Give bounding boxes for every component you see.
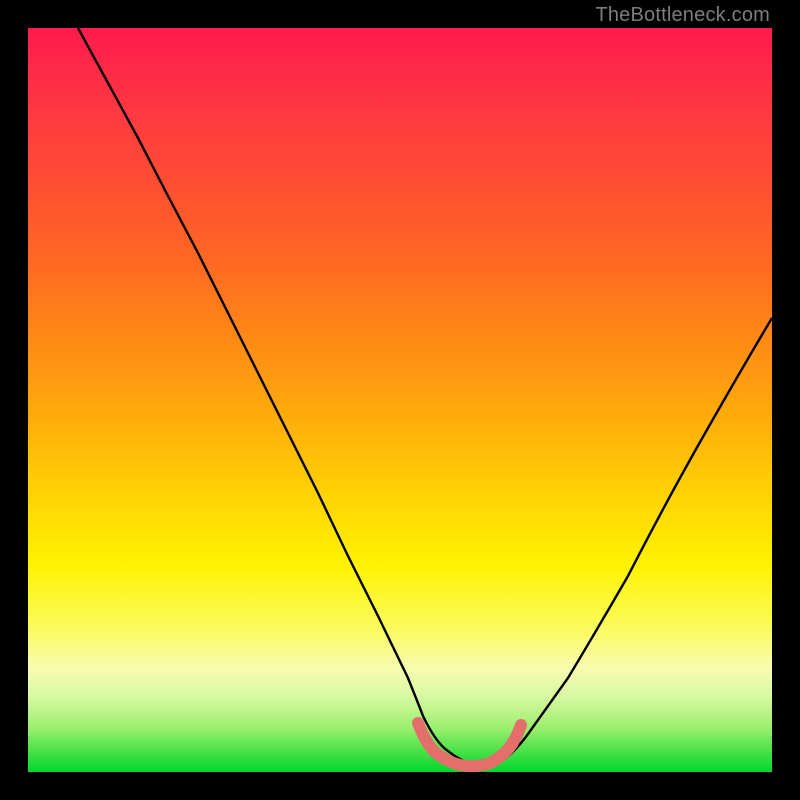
- valley-highlight: [418, 723, 521, 766]
- plot-area: [28, 28, 772, 772]
- bottleneck-curve: [78, 28, 772, 765]
- chart-svg: [28, 28, 772, 772]
- chart-frame: TheBottleneck.com: [0, 0, 800, 800]
- watermark-text: TheBottleneck.com: [595, 4, 770, 27]
